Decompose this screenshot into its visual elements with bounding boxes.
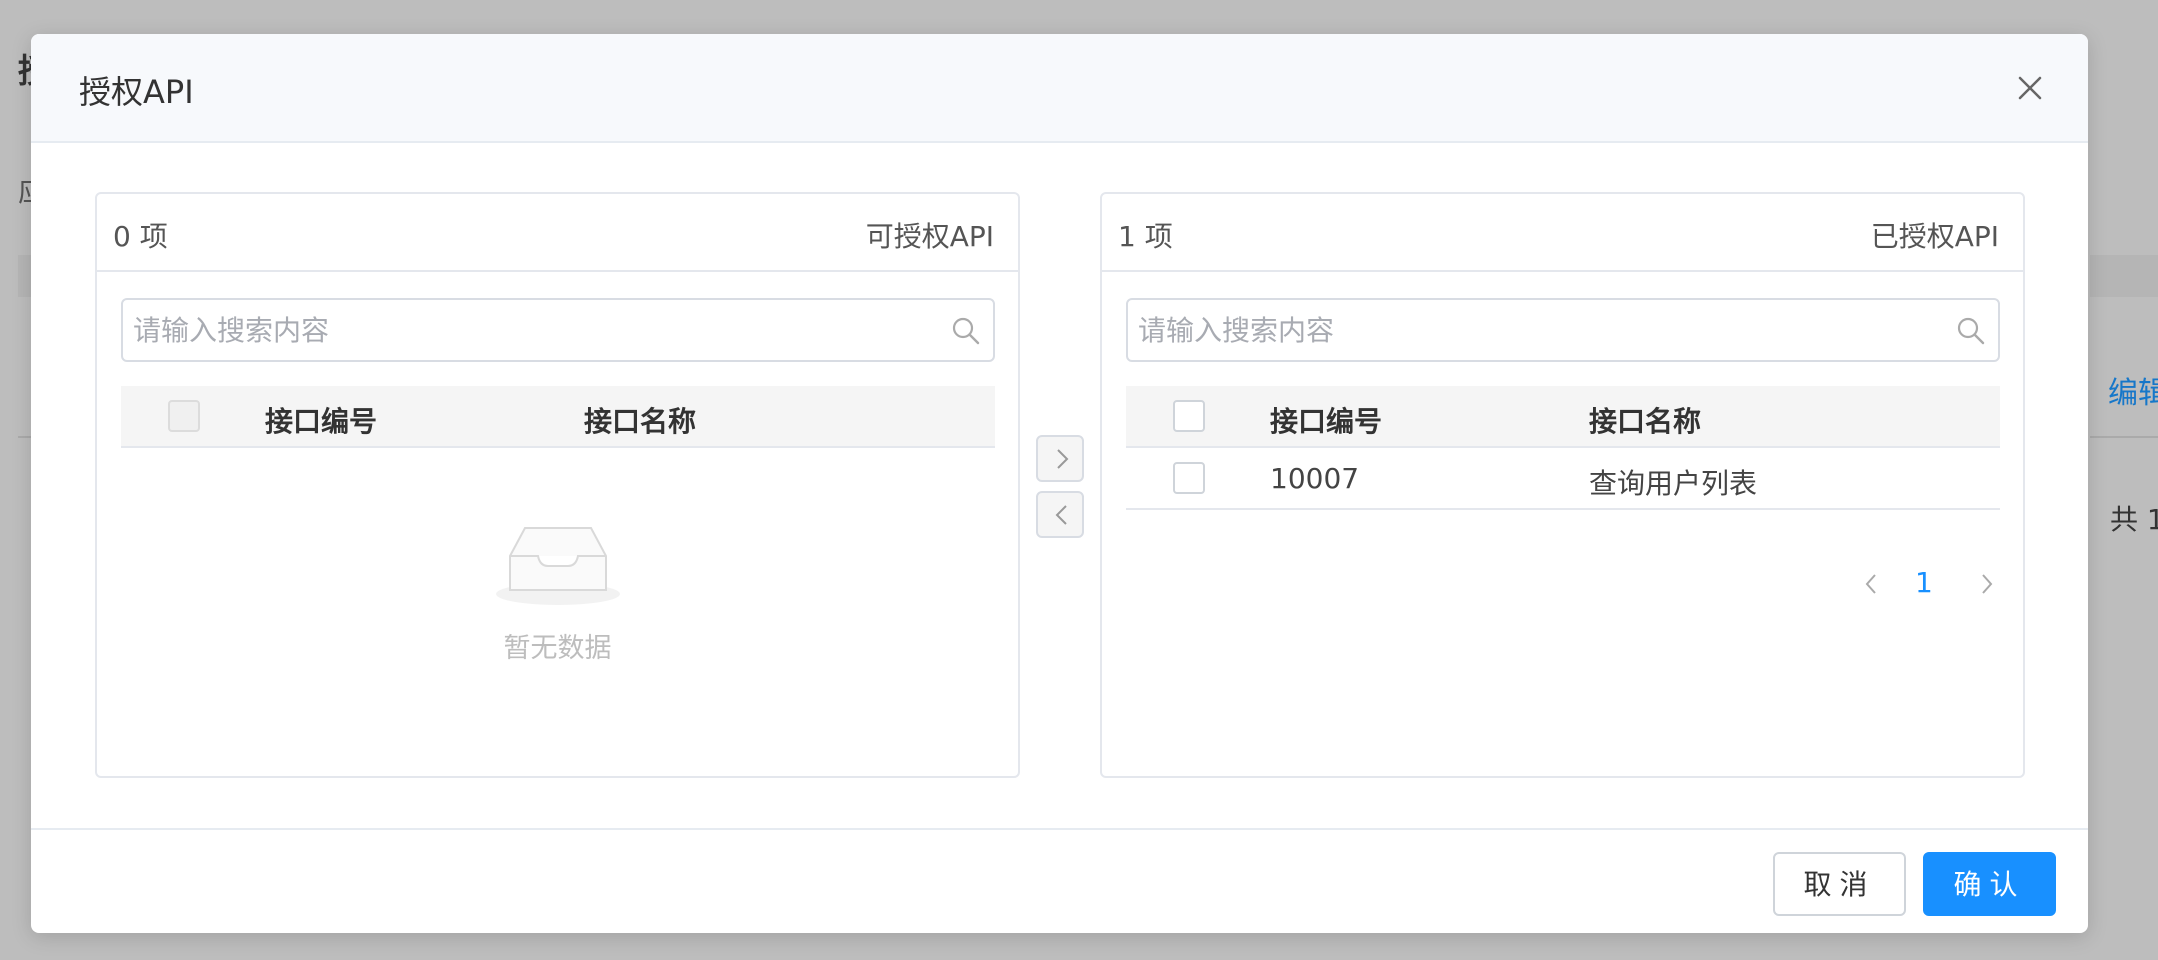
- search-icon: [1957, 317, 1985, 345]
- column-header-name: 接口名称: [584, 405, 697, 438]
- api-name-cell: 查询用户列表: [1589, 467, 1758, 500]
- table-row[interactable]: 10007 查询用户列表: [1126, 448, 2000, 510]
- background-table-header-right: [2090, 255, 2158, 297]
- background-table-header: [18, 255, 31, 297]
- column-header-code: 接口编号: [265, 405, 378, 438]
- table-header: 接口编号 接口名称: [121, 386, 995, 448]
- cancel-button[interactable]: 取消: [1773, 852, 1906, 916]
- empty-state: 暂无数据: [97, 524, 1018, 665]
- chevron-left-icon[interactable]: [1859, 570, 1883, 598]
- column-header-code: 接口编号: [1270, 405, 1383, 438]
- available-api-panel: 0 项 可授权API 接口编号 接口名称 暂无数据: [95, 192, 1020, 778]
- empty-text: 暂无数据: [503, 633, 612, 664]
- confirm-button[interactable]: 确认: [1923, 852, 2056, 916]
- panel-header: 1 项 已授权API: [1102, 194, 2023, 272]
- background-divider: [18, 436, 31, 438]
- authorized-api-panel: 1 项 已授权API 接口编号 接口名称 10007 查询用户列表: [1100, 192, 2025, 778]
- chevron-right-icon[interactable]: [1975, 570, 1999, 598]
- panel-title: 可授权API: [865, 220, 994, 253]
- search-box: [121, 298, 995, 362]
- authorize-api-modal: 授权API 0 项 可授权API 接口编号 接口名称: [31, 34, 2088, 933]
- select-all-checkbox[interactable]: [168, 400, 200, 432]
- search-box: [1126, 298, 2000, 362]
- modal-footer: 取消 确认: [31, 828, 2088, 933]
- row-checkbox[interactable]: [1173, 462, 1205, 494]
- move-right-button[interactable]: [1036, 435, 1084, 482]
- chevron-left-icon: [1055, 505, 1067, 525]
- search-input[interactable]: [1128, 300, 1998, 360]
- item-count: 1 项: [1118, 220, 1173, 253]
- close-button[interactable]: [2012, 70, 2048, 106]
- chevron-right-icon: [1057, 449, 1069, 469]
- api-table: 接口编号 接口名称 10007 查询用户列表: [1126, 386, 2000, 510]
- search-input[interactable]: [123, 300, 993, 360]
- close-icon: [2018, 76, 2042, 100]
- background-edit-link: 编辑: [2108, 376, 2158, 411]
- panel-title: 已授权API: [1870, 220, 1999, 253]
- background-total-count: 共 1: [2110, 503, 2158, 536]
- modal-header: 授权API: [31, 34, 2088, 143]
- table-header: 接口编号 接口名称: [1126, 386, 2000, 448]
- page-number[interactable]: 1: [1915, 566, 1933, 599]
- search-icon: [952, 317, 980, 345]
- empty-inbox-icon: [495, 527, 620, 605]
- api-table: 接口编号 接口名称: [121, 386, 995, 448]
- column-header-name: 接口名称: [1589, 405, 1702, 438]
- api-code-cell: 10007: [1270, 462, 1360, 495]
- move-left-button[interactable]: [1036, 491, 1084, 538]
- pagination: 1: [1859, 564, 1999, 604]
- modal-title: 授权API: [79, 73, 194, 111]
- background-divider-right: [2090, 436, 2158, 438]
- panel-header: 0 项 可授权API: [97, 194, 1018, 272]
- item-count: 0 项: [113, 220, 168, 253]
- select-all-checkbox[interactable]: [1173, 400, 1205, 432]
